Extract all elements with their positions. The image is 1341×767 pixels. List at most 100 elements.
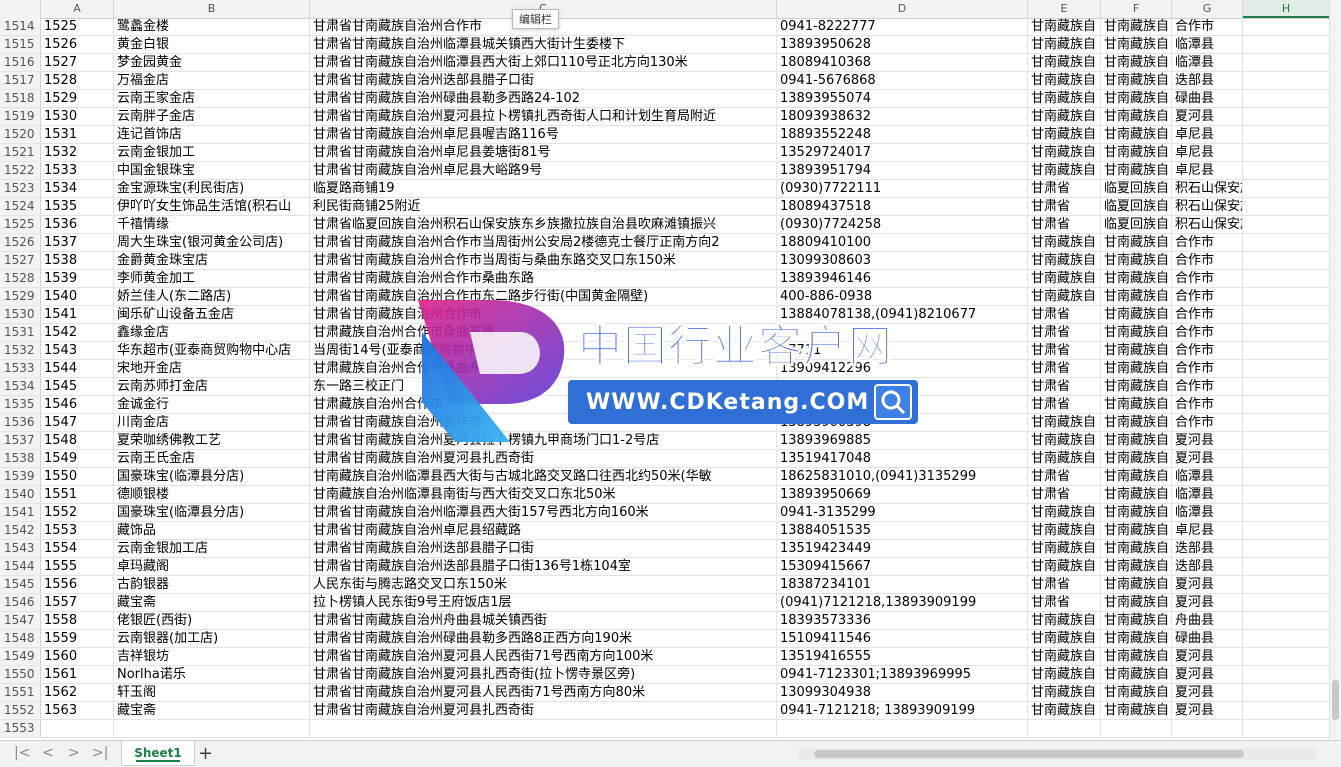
cell-f[interactable]: 甘南藏族自 (1101, 396, 1172, 413)
row-number[interactable]: 1527 (0, 252, 41, 269)
row-number[interactable]: 1522 (0, 162, 41, 179)
cell-d[interactable] (777, 324, 1028, 341)
cell-d[interactable]: 0941-7121218; 13893909199 (777, 702, 1028, 719)
row-number[interactable]: 1550 (0, 666, 41, 683)
cell-e[interactable]: 甘南藏族自 (1028, 432, 1101, 449)
cell-e[interactable]: 甘南藏族自 (1028, 504, 1101, 521)
cell-b[interactable]: 古韵银器 (114, 576, 310, 593)
cell-f[interactable]: 甘南藏族自 (1101, 594, 1172, 611)
cell-d[interactable]: 13909412296 (777, 360, 1028, 377)
row-number[interactable]: 1519 (0, 108, 41, 125)
cell-h[interactable] (1243, 486, 1330, 503)
cell-h[interactable] (1243, 432, 1330, 449)
table-row[interactable]: 1522 1533 中国金银珠宝 甘肃省甘南藏族自治州卓尼县大峪路9号 13893951… (0, 162, 1330, 180)
horizontal-scroll-thumb[interactable] (814, 750, 1244, 758)
cell-e[interactable]: 甘南藏族自 (1028, 270, 1101, 287)
table-row[interactable]: 1523 1534 金宝源珠宝(利民街店) 临夏路商铺19 (0930)7722111 甘… (0, 180, 1330, 198)
cell-e[interactable]: 甘南藏族自 (1028, 612, 1101, 629)
cell-h[interactable] (1243, 720, 1330, 737)
cell-g[interactable]: 夏河县 (1172, 108, 1243, 125)
cell-d[interactable]: 18809410100 (777, 234, 1028, 251)
cell-h[interactable] (1243, 576, 1330, 593)
cell-b[interactable]: 连记首饰店 (114, 126, 310, 143)
cell-b[interactable] (114, 720, 310, 737)
cell-f[interactable] (1101, 720, 1172, 737)
cell-g[interactable]: 临潭县 (1172, 504, 1243, 521)
table-row[interactable]: 1529 1540 娇兰佳人(东二路店) 甘肃省甘南藏族自治州合作市东二路步行街(中国… (0, 288, 1330, 306)
cell-g[interactable]: 合作市 (1172, 252, 1243, 269)
cell-a[interactable]: 1549 (41, 450, 114, 467)
vertical-scroll-thumb[interactable] (1332, 680, 1339, 720)
table-row[interactable]: 1518 1529 云南王家金店 甘肃省甘南藏族自治州碌曲县勒多西路24-102 138… (0, 90, 1330, 108)
cell-f[interactable]: 甘南藏族自 (1101, 270, 1172, 287)
cell-h[interactable] (1243, 594, 1330, 611)
row-number[interactable]: 1532 (0, 342, 41, 359)
cell-d[interactable]: 0941-3135299 (777, 504, 1028, 521)
cell-g[interactable]: 合作市 (1172, 18, 1243, 35)
cell-b[interactable]: 万福金店 (114, 72, 310, 89)
cell-a[interactable]: 1542 (41, 324, 114, 341)
cell-c[interactable]: 利民街商铺25附近 (310, 198, 777, 215)
cell-e[interactable]: 甘南藏族自 (1028, 36, 1101, 53)
row-number[interactable]: 1518 (0, 90, 41, 107)
table-row[interactable]: 1543 1554 云南金银加工店 甘肃省甘南藏族自治州迭部县腊子口街 13519423… (0, 540, 1330, 558)
cell-c[interactable]: 甘肃省甘南藏族自治州合作市当周街与桑曲东路交叉口东150米 (310, 252, 777, 269)
cell-e[interactable]: 甘肃省 (1028, 342, 1101, 359)
cell-c[interactable]: 甘肃省临夏回族自治州积石山保安族东乡族撒拉族自治县吹麻滩镇振兴 (310, 216, 777, 233)
row-number[interactable]: 1515 (0, 36, 41, 53)
cell-b[interactable]: 云南苏师打金店 (114, 378, 310, 395)
cell-g[interactable]: 合作市 (1172, 288, 1243, 305)
cell-a[interactable] (41, 720, 114, 737)
cell-b[interactable]: 鑫缘金店 (114, 324, 310, 341)
cell-h[interactable] (1243, 450, 1330, 467)
cell-d[interactable]: 15109411546 (777, 630, 1028, 647)
cell-c[interactable]: 甘肃省甘南藏族自治州迭部县腊子口街 (310, 540, 777, 557)
table-row[interactable]: 1545 1556 古韵银器 人民东街与腾志路交叉口东150米 18387234101 甘… (0, 576, 1330, 594)
cell-g[interactable]: 合作市 (1172, 396, 1243, 413)
cell-b[interactable]: 李师黄金加工 (114, 270, 310, 287)
cell-c[interactable]: 甘肃省甘南藏族自治州夏河县拉卜楞镇扎西奇街人口和计划生育局附近 (310, 108, 777, 125)
cell-d[interactable]: 18089437518 (777, 198, 1028, 215)
cell-g[interactable]: 夏河县 (1172, 648, 1243, 665)
cell-e[interactable]: 甘南藏族自 (1028, 162, 1101, 179)
cell-d[interactable]: 13099308603 (777, 252, 1028, 269)
cell-c[interactable]: 甘肃省甘南藏族自治州碌曲县勒多西路8正西方向190米 (310, 630, 777, 647)
cell-h[interactable] (1243, 36, 1330, 53)
row-number[interactable]: 1520 (0, 126, 41, 143)
cell-c[interactable]: 甘肃省甘南藏族自治州临潭县城关镇西大街计生委楼下 (310, 36, 777, 53)
cell-a[interactable]: 1559 (41, 630, 114, 647)
cell-g[interactable]: 临潭县 (1172, 36, 1243, 53)
cell-b[interactable]: 黄金白银 (114, 36, 310, 53)
row-number[interactable]: 1533 (0, 360, 41, 377)
cell-e[interactable]: 甘南藏族自 (1028, 252, 1101, 269)
spreadsheet-grid[interactable]: A B C D E F G H 15141525鹭蠡金楼甘肃省甘南藏族自治州合作… (0, 0, 1341, 740)
cell-f[interactable]: 甘南藏族自 (1101, 342, 1172, 359)
cell-f[interactable]: 甘南藏族自 (1101, 522, 1172, 539)
cell-e[interactable]: 甘南藏族自 (1028, 558, 1101, 575)
cell-c[interactable]: 甘肃省甘南藏族自治州舟曲县城关镇西街 (310, 612, 777, 629)
cell-a[interactable]: 1560 (41, 648, 114, 665)
cell-b[interactable]: 川南金店 (114, 414, 310, 431)
cell-g[interactable]: 夏河县 (1172, 432, 1243, 449)
row-number[interactable]: 1535 (0, 396, 41, 413)
cell-e[interactable]: 甘南藏族自 (1028, 90, 1101, 107)
cell-d[interactable]: 13529724017 (777, 144, 1028, 161)
cell-b[interactable]: 佬银匠(西街) (114, 612, 310, 629)
next-sheet-icon[interactable]: > (68, 745, 80, 761)
cell-f[interactable]: 甘南藏族自 (1101, 468, 1172, 485)
cell-c[interactable]: 甘南藏族自治州临潭县西大街与古城北路交叉路口往西北约50米(华敏 (310, 468, 777, 485)
cell-h[interactable] (1243, 72, 1330, 89)
cell-g[interactable] (1172, 720, 1243, 737)
cell-a[interactable]: 1553 (41, 522, 114, 539)
cell-b[interactable]: 云南金银加工 (114, 144, 310, 161)
cell-c[interactable]: 甘肃省甘南藏族自治州合作市东二路步行街(中国黄金隔壁) (310, 288, 777, 305)
cell-b[interactable]: 中国金银珠宝 (114, 162, 310, 179)
row-number[interactable]: 1548 (0, 630, 41, 647)
cell-h[interactable] (1243, 630, 1330, 647)
cell-d[interactable]: 13893900398 (777, 414, 1028, 431)
cell-f[interactable]: 甘南藏族自 (1101, 252, 1172, 269)
cell-f[interactable]: 甘南藏族自 (1101, 576, 1172, 593)
cell-h[interactable] (1243, 468, 1330, 485)
cell-g[interactable]: 夏河县 (1172, 702, 1243, 719)
cell-g[interactable]: 迭部县 (1172, 558, 1243, 575)
